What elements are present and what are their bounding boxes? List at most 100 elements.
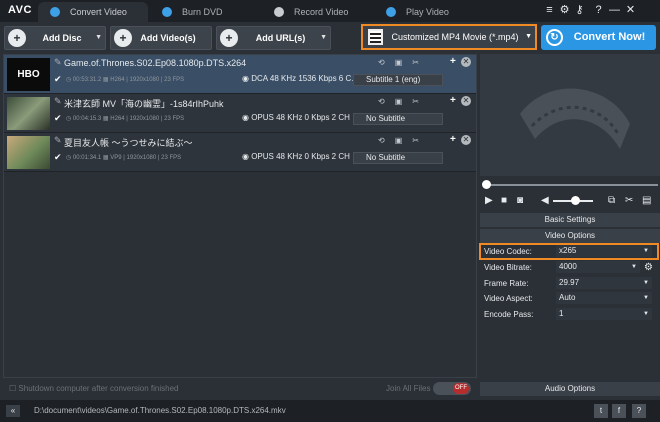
add-icon[interactable]: + [450,56,456,67]
output-profile-select[interactable]: Customized MP4 Movie (*.mp4) ▼ [361,24,537,50]
subtitle-select[interactable]: No Subtitle [353,113,443,125]
video-preview [480,54,660,176]
join-all-toggle[interactable]: OFF [433,382,471,395]
record-icon [274,7,284,17]
back-icon[interactable]: « [6,405,20,417]
edit-video-icon[interactable]: ▣ [395,136,413,145]
cut-icon[interactable]: ✂ [412,58,429,67]
gear-icon[interactable]: ⚙ [644,262,653,273]
tab-record-video[interactable]: Record Video [262,2,372,22]
help-icon[interactable]: ? [632,404,646,418]
play-icon[interactable]: ▶ [485,195,493,206]
add-urls-button[interactable]: + Add URL(s) ▼ [216,26,331,50]
subtitle-label: No Subtitle [366,153,406,162]
close-icon[interactable]: ✕ [461,96,471,106]
file-name: 夏目友人帳 ～うつせみに結ぶ～ [64,138,193,148]
disc-add-icon: + [8,29,26,47]
list-item[interactable]: HBO ✎ Game.of.Thrones.S02.Ep08.1080p.DTS… [4,55,476,94]
thumbnail-logo: HBO [17,69,40,80]
add-videos-label: Add Video(s) [140,33,196,43]
volume-knob[interactable] [571,196,580,205]
close-icon[interactable]: ✕ [461,135,471,145]
video-info: VP9 | 1920x1080 | 23 FPS [110,155,182,161]
encode-pass-option[interactable]: Encode Pass: 1 ▼ [480,307,660,322]
tab-convert-video[interactable]: Convert Video [38,2,148,22]
gear-icon[interactable]: ⚙ [558,4,571,17]
tab-burn-dvd[interactable]: Burn DVD [150,2,260,22]
option-value-text: 29.97 [559,278,580,287]
repeat-icon[interactable]: ⟲ [378,58,395,67]
list-item[interactable]: ✎ 米津玄師 MV「海の幽霊」-1s84rIhPuhk ✔ ◷ 00:04:15… [4,94,476,133]
edit-icon[interactable]: ✎ [54,135,62,146]
checkbox[interactable]: ✔ [54,75,63,84]
edit-icon[interactable]: ✎ [54,57,62,68]
film-icon [368,29,383,45]
frame-rate-option[interactable]: Frame Rate: 29.97 ▼ [480,276,660,291]
repeat-icon[interactable]: ⟲ [378,97,395,106]
effects-icon[interactable]: ▤ [642,195,651,206]
seek-track [484,184,658,186]
audio-icon: ◉ [242,152,252,161]
duration: 00:01:34.1 [72,155,102,161]
tab-label: Record Video [294,7,349,17]
subtitle-select[interactable]: Subtitle 1 (eng) [353,74,443,86]
chevron-down-icon[interactable]: ▼ [95,27,102,49]
video-options-header[interactable]: Video Options [480,229,660,243]
close-icon[interactable]: ✕ [461,57,471,67]
edit-video-icon[interactable]: ▣ [395,58,413,67]
option-value[interactable]: Auto ▼ [556,292,652,304]
audio-icon: ◉ [242,74,252,83]
audio-select[interactable]: ◉ DCA 48 KHz 1536 Kbps 6 C… ▾ [233,74,366,86]
add-icon[interactable]: + [450,134,456,145]
option-value[interactable]: 29.97 ▼ [556,277,652,289]
key-icon[interactable]: ⚷ [573,4,586,17]
facebook-icon[interactable]: f [612,404,626,418]
cut-icon[interactable]: ✂ [625,195,633,206]
stop-icon[interactable]: ■ [501,195,507,206]
edit-video-icon[interactable]: ▣ [395,97,413,106]
row-actions: ⟲▣✂ [378,97,429,106]
checkbox[interactable]: ✔ [54,153,63,162]
video-aspect-option[interactable]: Video Aspect: Auto ▼ [480,291,660,306]
thumbnail [7,97,50,130]
add-videos-button[interactable]: + Add Video(s) [110,26,212,50]
shutdown-checkbox[interactable]: ☐ Shutdown computer after conversion fin… [9,384,179,393]
seek-bar[interactable] [482,180,658,190]
repeat-icon[interactable]: ⟲ [378,136,395,145]
audio-select[interactable]: ◉ OPUS 48 KHz 0 Kbps 2 CH … ▾ [233,152,366,164]
add-icon[interactable]: + [450,95,456,106]
checkbox[interactable]: ✔ [54,114,63,123]
add-disc-button[interactable]: + Add Disc ▼ [4,26,106,50]
output-path[interactable]: D:\document\videos\Game.of.Thrones.S02.E… [34,406,286,415]
refresh-icon: ↻ [546,29,563,46]
tab-play-video[interactable]: Play Video [374,2,484,22]
audio-select[interactable]: ◉ OPUS 48 KHz 0 Kbps 2 CH … ▾ [233,113,366,125]
disc-icon [162,7,172,17]
twitter-icon[interactable]: t [594,404,608,418]
chevron-down-icon[interactable]: ▼ [320,27,327,49]
cut-icon[interactable]: ✂ [412,97,429,106]
minimize-icon[interactable]: — [608,4,621,17]
chevron-down-icon: ▼ [631,264,637,270]
convert-now-button[interactable]: ↻ Convert Now! [541,25,656,50]
help-icon[interactable]: ? [592,4,605,17]
subtitle-select[interactable]: No Subtitle [353,152,443,164]
basic-settings-header[interactable]: Basic Settings [480,213,660,227]
audio-options-header[interactable]: Audio Options [480,382,660,396]
volume-icon[interactable]: ◀ [541,195,549,206]
file-meta: ◷ 00:04:15.3 ▦ H264 | 1920x1080 | 23 FPS [66,116,185,122]
close-icon[interactable]: ✕ [624,4,637,17]
crop-icon[interactable]: ⧉ [608,195,615,206]
option-value[interactable]: 4000 ▼ [556,261,640,273]
video-bitrate-option[interactable]: Video Bitrate: 4000 ▼ ⚙ [480,260,660,275]
seek-knob[interactable] [482,180,491,189]
cut-icon[interactable]: ✂ [412,136,429,145]
option-value[interactable]: 1 ▼ [556,308,652,320]
title-bar: AVC Convert Video Burn DVD Record Video … [0,0,660,22]
edit-icon[interactable]: ✎ [54,96,62,107]
chevron-down-icon: ▼ [525,33,532,40]
menu-icon[interactable]: ≡ [543,4,556,17]
snapshot-icon[interactable]: ◙ [517,195,523,206]
list-item[interactable]: ✎ 夏目友人帳 ～うつせみに結ぶ～ ✔ ◷ 00:01:34.1 ▦ VP9 |… [4,133,476,172]
option-key: Frame Rate: [484,279,529,288]
